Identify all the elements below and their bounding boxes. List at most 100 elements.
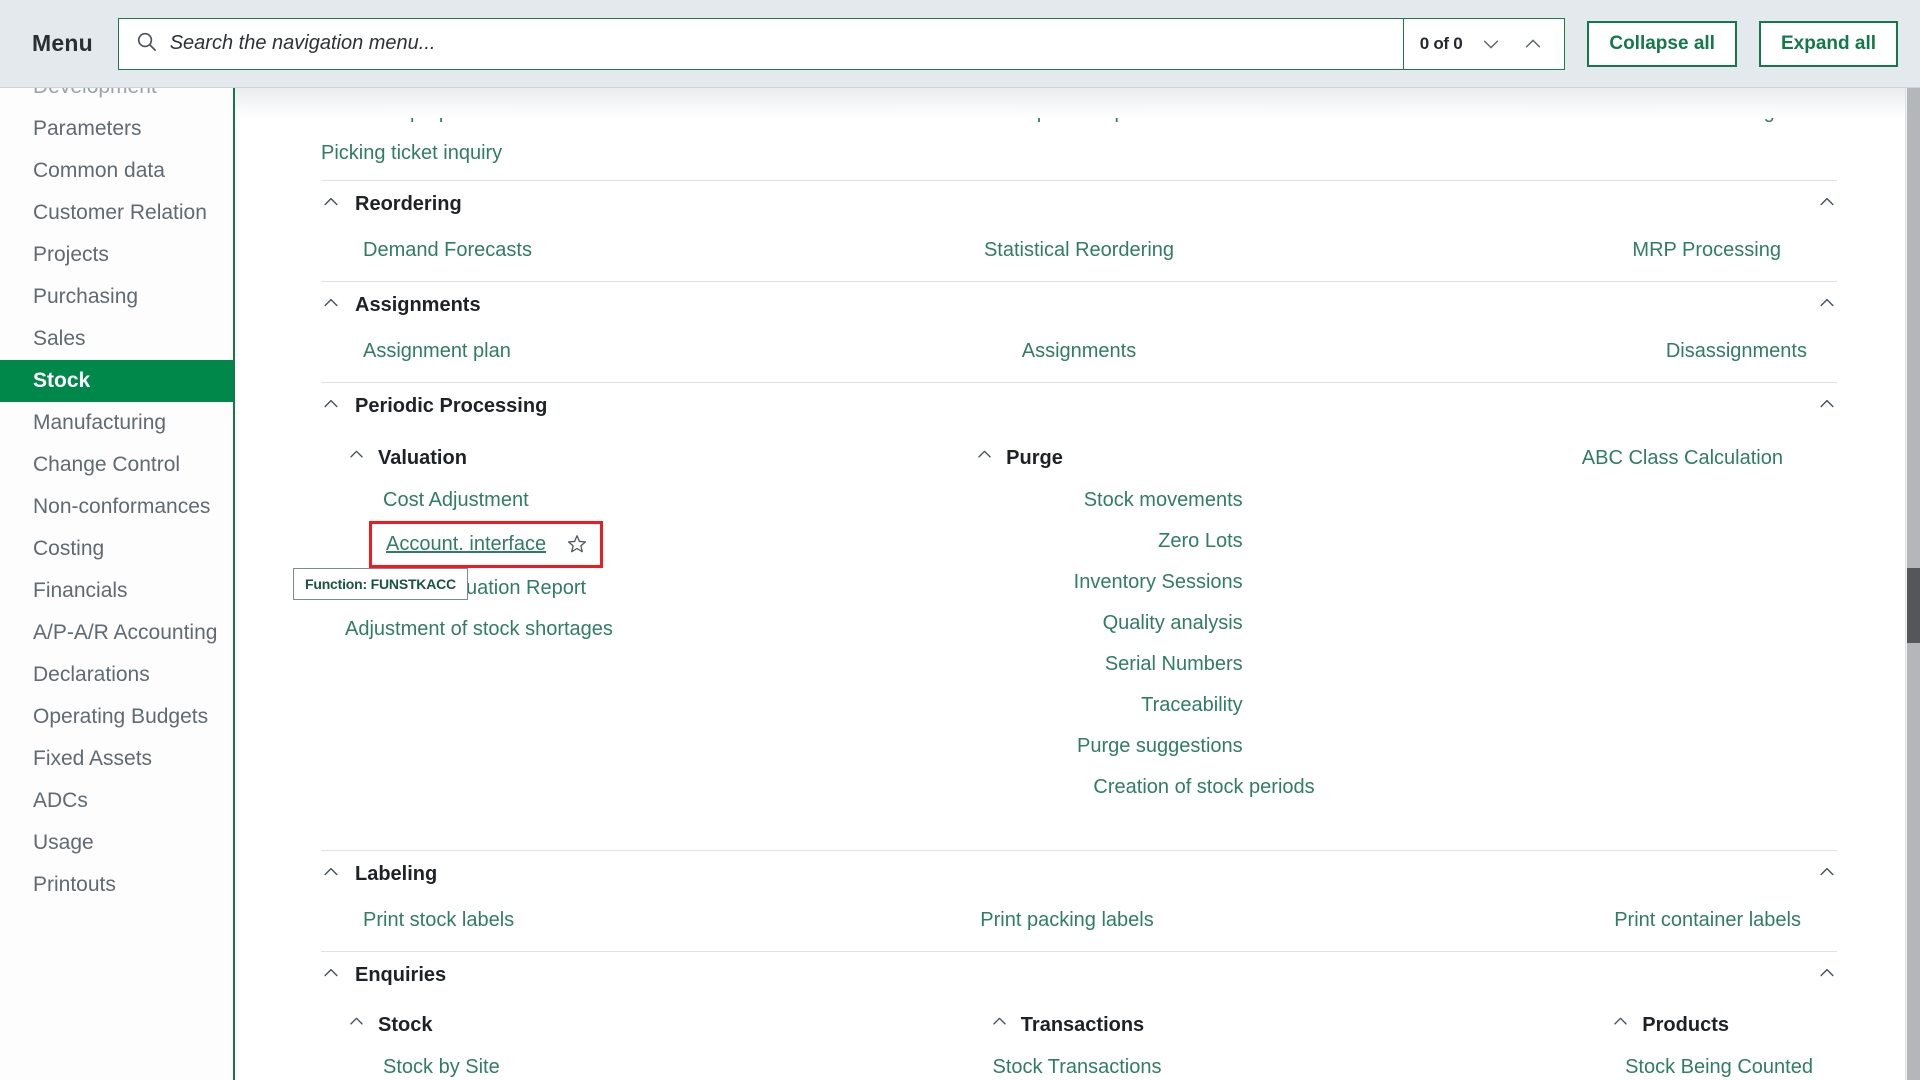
- sidebar-item-operating-budgets[interactable]: Operating Budgets: [0, 696, 233, 738]
- link-zero-lots[interactable]: Zero Lots: [1158, 521, 1242, 562]
- scrollbar-thumb[interactable]: [1907, 568, 1920, 643]
- collapse-all-button[interactable]: Collapse all: [1587, 20, 1737, 67]
- search-previous-button[interactable]: [1520, 31, 1546, 57]
- group-abc: ABC Class Calculation: [1332, 436, 1837, 808]
- sidebar-item-label: Operating Budgets: [33, 705, 209, 728]
- sidebar-item-customer-relation[interactable]: Customer Relation: [0, 192, 233, 234]
- star-icon: [566, 535, 588, 558]
- sidebar-item-declarations[interactable]: Declarations: [0, 654, 233, 696]
- search-bar: 0 of 0: [117, 17, 1566, 70]
- link-traceability[interactable]: Traceability: [1141, 685, 1243, 726]
- scrollbar-track-lower[interactable]: [1907, 643, 1920, 1080]
- sidebar-item-common-data[interactable]: Common data: [0, 150, 233, 192]
- sidebar-item-development[interactable]: Development: [0, 88, 233, 108]
- search-input[interactable]: [169, 32, 1387, 55]
- sidebar-item-label: Manufacturing: [33, 411, 167, 434]
- chevron-up-icon: [321, 963, 341, 988]
- link-print-stock-labels[interactable]: Print stock labels: [363, 900, 826, 941]
- sidebar-item-sales[interactable]: Sales: [0, 318, 233, 360]
- sidebar-item-label: Costing: [33, 537, 105, 560]
- link-account-interface[interactable]: Account. interface: [386, 525, 546, 563]
- search-next-button[interactable]: [1478, 31, 1504, 57]
- section-title: Reordering: [355, 193, 462, 215]
- expand-all-button[interactable]: Expand all: [1758, 20, 1898, 67]
- section-header-reordering[interactable]: Reordering: [321, 180, 1837, 228]
- section-header-enquiries[interactable]: Enquiries: [321, 951, 1837, 999]
- favorite-star-button[interactable]: [566, 533, 588, 555]
- highlighted-menu-item[interactable]: Account. interface Function: FUNSTKACC: [293, 521, 604, 600]
- sidebar-item-label: Development: [33, 88, 157, 99]
- link-adjustment-of-stock-shortages[interactable]: Adjustment of stock shortages: [345, 609, 613, 650]
- subgroup-title: Stock: [378, 1014, 433, 1036]
- col-1: Assignment plan: [321, 331, 826, 372]
- subgroup-header-products[interactable]: Products: [1332, 1003, 1837, 1047]
- link-cost-adjustment[interactable]: Cost Adjustment: [383, 480, 529, 521]
- sidebar-item-manufacturing[interactable]: Manufacturing: [0, 402, 233, 444]
- chevron-up-icon-right[interactable]: [1817, 862, 1837, 887]
- chevron-up-icon-right[interactable]: [1817, 394, 1837, 419]
- sidebar-item-change-control[interactable]: Change Control: [0, 444, 233, 486]
- link-stock-being-counted[interactable]: Stock Being Counted: [1625, 1047, 1813, 1080]
- valuation-items: Cost Adjustment Account. interface Funct…: [293, 480, 826, 650]
- chevron-up-icon-right[interactable]: [1817, 963, 1837, 988]
- subgroup-header-purge[interactable]: Purge: [826, 436, 1331, 480]
- subgroup-header-transactions[interactable]: Transactions: [826, 1003, 1331, 1047]
- search-match-count: 0 of 0: [1419, 33, 1463, 53]
- link-inventory-sessions[interactable]: Inventory Sessions: [1074, 562, 1243, 603]
- link-assignment-plan[interactable]: Assignment plan: [363, 331, 826, 372]
- link-serial-numbers[interactable]: Serial Numbers: [1105, 644, 1243, 685]
- link-quality-analysis[interactable]: Quality analysis: [1103, 603, 1243, 644]
- col-1: Generate preparation lists: [321, 92, 826, 133]
- link-print-packing-labels[interactable]: Print packing labels: [980, 900, 1153, 941]
- chevron-up-icon: [347, 436, 366, 480]
- partial-top-row-1: Generate preparation lists Preparation p…: [321, 92, 1837, 133]
- group-enq-products: Products Stock Being Counted: [1332, 1003, 1837, 1080]
- col-2: Preparation plan: [826, 92, 1331, 133]
- link-preparation-plan[interactable]: Preparation plan: [1006, 92, 1153, 133]
- link-abc-class-calculation[interactable]: ABC Class Calculation: [1582, 436, 1783, 480]
- page-scrollbar[interactable]: [1905, 88, 1920, 1080]
- chevron-up-icon: [321, 293, 341, 318]
- subgroup-header-stock[interactable]: Stock: [321, 1003, 826, 1047]
- sidebar-item-purchasing[interactable]: Purchasing: [0, 276, 233, 318]
- link-stock-by-site[interactable]: Stock by Site: [383, 1047, 500, 1080]
- chevron-up-icon-right[interactable]: [1817, 293, 1837, 318]
- link-generate-preparation-lists[interactable]: Generate preparation lists: [321, 92, 551, 133]
- scrollbar-track-upper[interactable]: [1907, 88, 1920, 568]
- partial-top-row-2: Picking ticket inquiry: [321, 133, 1837, 174]
- link-picking-tickets[interactable]: Picking tickets: [1710, 92, 1837, 133]
- sidebar-item-non-conformances[interactable]: Non-conformances: [0, 486, 233, 528]
- sidebar-item-printouts[interactable]: Printouts: [0, 864, 233, 906]
- link-statistical-reordering[interactable]: Statistical Reordering: [984, 230, 1174, 271]
- link-stock-transactions[interactable]: Stock Transactions: [993, 1047, 1162, 1080]
- link-mrp-processing[interactable]: MRP Processing: [1632, 230, 1781, 271]
- link-picking-ticket-inquiry[interactable]: Picking ticket inquiry: [321, 133, 502, 174]
- section-title-group: Enquiries: [321, 963, 446, 988]
- sidebar-item-parameters[interactable]: Parameters: [0, 108, 233, 150]
- sidebar-item-label: Change Control: [33, 453, 181, 476]
- sidebar-item-usage[interactable]: Usage: [0, 822, 233, 864]
- sidebar-item-financials[interactable]: Financials: [0, 570, 233, 612]
- sidebar-item-a-p-a-r-accounting[interactable]: A/P-A/R Accounting: [0, 612, 233, 654]
- link-disassignments[interactable]: Disassignments: [1666, 331, 1807, 372]
- section-header-labeling[interactable]: Labeling: [321, 850, 1837, 898]
- link-creation-of-stock-periods[interactable]: Creation of stock periods: [1093, 767, 1314, 808]
- sidebar-item-fixed-assets[interactable]: Fixed Assets: [0, 738, 233, 780]
- sidebar-item-stock[interactable]: Stock: [0, 360, 233, 402]
- search-icon: [135, 30, 158, 58]
- subgroup-header-valuation[interactable]: Valuation: [321, 436, 826, 480]
- sidebar-item-projects[interactable]: Projects: [0, 234, 233, 276]
- search-navigation: 0 of 0: [1402, 18, 1565, 69]
- link-assignments[interactable]: Assignments: [1022, 331, 1137, 372]
- chevron-up-icon-right[interactable]: [1817, 192, 1837, 217]
- periodic-processing-groups: Valuation Cost Adjustment Account. inter…: [293, 436, 1837, 808]
- section-header-assignments[interactable]: Assignments: [321, 281, 1837, 329]
- link-demand-forecasts[interactable]: Demand Forecasts: [363, 230, 826, 271]
- sidebar-item-costing[interactable]: Costing: [0, 528, 233, 570]
- section-header-periodic-processing[interactable]: Periodic Processing: [321, 382, 1837, 430]
- link-print-container-labels[interactable]: Print container labels: [1614, 900, 1801, 941]
- link-purge-suggestions[interactable]: Purge suggestions: [1077, 726, 1243, 767]
- sidebar-item-adcs[interactable]: ADCs: [0, 780, 233, 822]
- sidebar-item-label: Sales: [33, 327, 86, 350]
- link-stock-movements[interactable]: Stock movements: [1084, 480, 1243, 521]
